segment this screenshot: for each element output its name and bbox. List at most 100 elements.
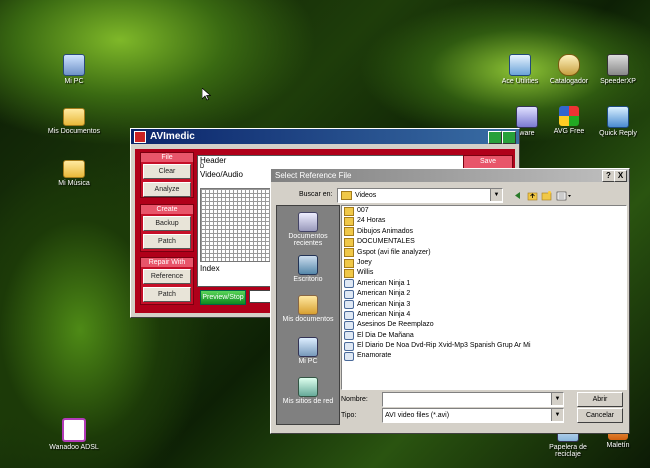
quick-reply-icon [607,106,629,128]
folder-icon [63,108,85,126]
mouse-cursor-icon [202,88,211,101]
dialog-title: Select Reference File [275,171,352,180]
desktop-icon-label: Papelera de reciclaje [549,444,587,458]
file-list-item[interactable]: American Ninja 3 [342,300,626,310]
file-name: American Ninja 4 [357,310,411,318]
folder-icon [344,237,354,247]
avimedic-titlebar[interactable]: AVImedic [131,129,519,144]
places-bar: Documentos recientes Escritorio Mis docu… [276,205,340,425]
chevron-down-icon[interactable]: ▼ [551,393,563,405]
desktop-icon-wanadoo[interactable]: Wanadoo ADSL [44,418,104,451]
desktop-icon-mi-pc[interactable]: Mi PC [44,54,104,85]
desktop-icon-speederxp[interactable]: SpeederXP [588,54,648,85]
file-list-item[interactable]: American Ninja 2 [342,289,626,299]
desktop-icon-label: Catalogador [549,78,589,85]
repair-patch-button[interactable]: Patch [143,287,191,302]
folder-icon [344,269,354,279]
video-file-icon [344,352,354,362]
computer-icon [63,54,85,76]
desktop-icon-mis-documentos[interactable]: Mis Documentos [44,104,104,135]
clear-button[interactable]: Clear [143,164,191,179]
file-section-label: File [141,153,193,162]
place-label: Escritorio [293,276,323,283]
place-recent-documents[interactable]: Documentos recientes [277,212,339,247]
dialog-close-button[interactable]: X [614,170,627,182]
place-label: Mi PC [298,358,318,365]
file-name: American Ninja 1 [357,279,411,287]
file-list-item[interactable]: 24 Horas [342,216,626,227]
file-name: El Diario De Noa Dvd-Rip Xvid-Mp3 Spanis… [357,342,531,350]
dialog-titlebar[interactable]: Select Reference File [271,169,629,182]
file-list-item[interactable]: El Diario De Noa Dvd-Rip Xvid-Mp3 Spanis… [342,341,626,351]
video-file-icon [344,320,354,330]
cancel-button[interactable]: Cancelar [577,408,623,423]
reference-button[interactable]: Reference [143,269,191,284]
look-in-label: Buscar en: [299,191,333,198]
place-my-computer[interactable]: Mi PC [277,337,339,365]
create-patch-button[interactable]: Patch [143,234,191,249]
folder-icon [344,258,354,268]
right-column: Save [463,155,513,169]
file-list-item[interactable]: Joey [342,258,626,268]
backup-button[interactable]: Backup [143,216,191,231]
file-name: Willis [357,269,374,277]
file-list-item[interactable]: El Dia De Mañana [342,331,626,341]
video-file-icon [344,331,354,341]
file-list-item[interactable]: Dibujos Animados [342,227,626,237]
up-folder-icon[interactable] [527,190,538,201]
place-desktop[interactable]: Escritorio [277,255,339,283]
file-list-item[interactable]: 007 [342,206,626,216]
open-button[interactable]: Abrir [577,392,623,407]
place-network[interactable]: Mis sitios de red [277,377,339,405]
video-file-icon [344,341,354,351]
ace-utilities-icon [509,54,531,76]
place-label: Documentos recientes [288,233,328,247]
folder-icon [344,217,354,227]
file-name: Joey [357,258,372,266]
desktop-icon [298,255,318,275]
analyze-button[interactable]: Analyze [143,182,191,197]
file-list-item[interactable]: Asesinos De Reemplazo [342,320,626,330]
file-type-select[interactable]: AVI video files (*.avi) ▼ [382,408,564,423]
avg-icon [559,106,579,126]
file-list-item[interactable]: American Ninja 4 [342,310,626,320]
desktop-icon-label: Wanadoo ADSL [49,444,99,451]
file-section: File Clear Analyze [140,152,194,198]
file-name: American Ninja 2 [357,290,411,298]
file-name-input[interactable]: ▼ [382,392,564,407]
place-my-documents[interactable]: Mis documentos [277,295,339,323]
minimize-button[interactable] [488,131,502,144]
preview-stop-button[interactable]: Preview/Stop [200,290,246,305]
desktop-icon-label: ware [519,130,535,137]
file-list-item[interactable]: Willis [342,268,626,279]
look-in-value: Videos [355,192,377,199]
look-in-combo[interactable]: Videos ▼ [337,188,503,203]
back-icon[interactable] [512,190,523,201]
file-name: Enamorate [357,352,392,360]
desktop-icon-quick-reply[interactable]: Quick Reply [588,106,648,137]
save-button[interactable]: Save [463,155,513,169]
file-name: Asesinos De Reemplazo [357,321,434,329]
my-documents-icon [298,295,318,315]
file-list-item[interactable]: Enamorate [342,351,626,362]
desktop-icon-label: Mi PC [64,78,84,85]
close-button[interactable] [502,131,516,144]
file-list[interactable]: 007 24 Horas Dibujos Animados DOCUMENTALES G… [341,205,627,390]
file-name: El Dia De Mañana [357,331,414,339]
view-menu-icon[interactable] [556,190,572,201]
video-file-icon [344,310,354,320]
catalog-icon [558,54,580,76]
file-type-label: Tipo: [341,412,357,419]
folder-icon [344,206,354,216]
file-list-item[interactable]: DOCUMENTALES [342,237,626,247]
chevron-down-icon[interactable]: ▼ [551,409,563,421]
file-name: 007 [357,207,369,214]
desktop-icon-label: Mi Música [58,180,90,187]
video-file-icon [344,289,354,299]
chevron-down-icon[interactable]: ▼ [490,189,502,201]
file-list-item[interactable]: American Ninja 1 [342,279,626,289]
desktop-icon-mi-musica[interactable]: Mi Música [44,156,104,187]
new-folder-icon[interactable] [541,190,552,201]
folder-icon [341,191,352,200]
file-list-item[interactable]: Gspot (avi file analyzer) [342,248,626,258]
